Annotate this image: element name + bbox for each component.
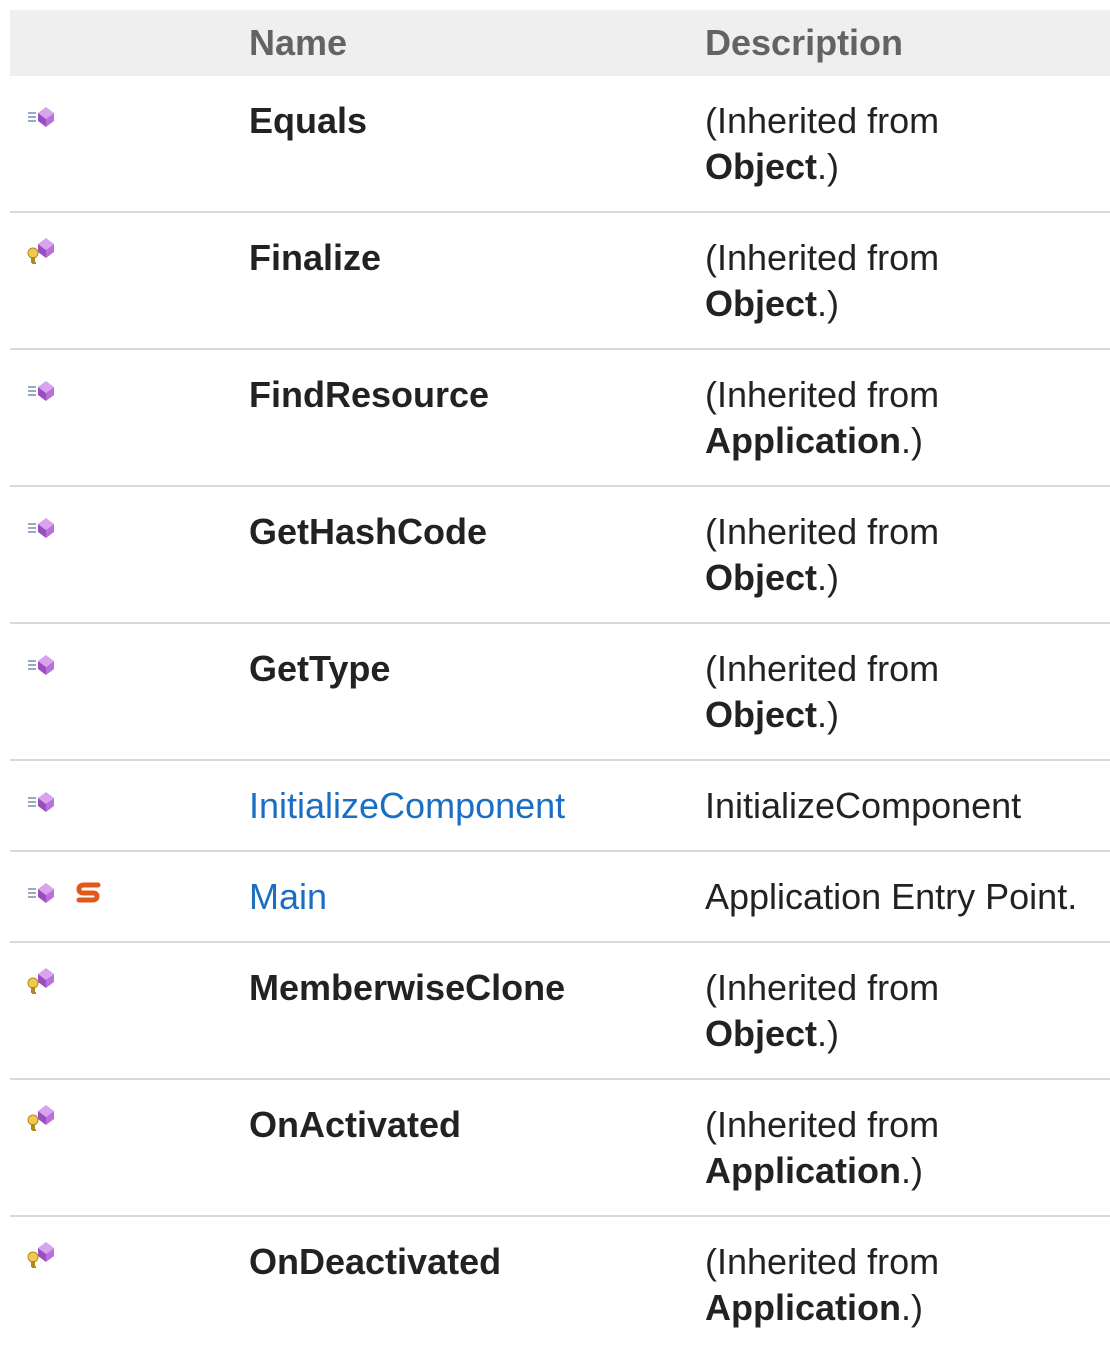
member-name: GetType [249,648,391,689]
table-row: Equals (Inherited from Object.) [10,76,1110,212]
member-description: (Inherited from Object.) [705,967,940,1054]
name-column-header: Name [249,22,348,63]
public-method-icon [26,368,66,414]
icon-cell [10,349,238,486]
inherited-from-ref: Application [705,1287,901,1328]
inherited-from-ref: Object [705,557,818,598]
inherited-from-ref: Application [705,420,901,461]
member-name: Equals [249,100,368,141]
table-row: FindResource (Inherited from Application.… [10,349,1110,486]
icon-cell [10,942,238,1079]
table-row: OnActivated (Inherited from Application.) [10,1079,1110,1216]
table-row: InitializeComponent InitializeComponent [10,760,1110,851]
member-description: InitializeComponent [705,785,1022,826]
member-name-link[interactable]: InitializeComponent [238,760,694,851]
member-description: (Inherited from Object.) [705,511,940,598]
member-name: FindResource [249,374,490,415]
member-description: (Inherited from Application.) [705,1104,940,1191]
inherited-from-ref: Object [705,283,818,324]
static-icon [76,870,102,916]
member-description: (Inherited from Object.) [705,648,940,735]
inherited-from-ref: Object [705,146,818,187]
member-description: (Inherited from Object.) [705,237,940,324]
public-method-icon [26,505,66,551]
table-row: Finalize (Inherited from Object.) [10,212,1110,349]
member-name: Finalize [249,237,382,278]
member-description: Application Entry Point. [705,876,1078,917]
members-table-container: Name Description Equals (Inherited from … [10,10,1110,1352]
member-description: (Inherited from Application.) [705,374,940,461]
protected-method-icon [26,231,66,277]
icon-cell [10,486,238,623]
icon-cell [10,212,238,349]
member-name: OnDeactivated [249,1241,502,1282]
protected-method-icon [26,1098,66,1144]
icon-cell [10,1216,238,1352]
icon-cell [10,1079,238,1216]
icon-cell [10,760,238,851]
member-name: OnActivated [249,1104,462,1145]
member-name-link[interactable]: Main [238,851,694,942]
member-name: GetHashCode [249,511,488,552]
public-method-icon [26,642,66,688]
inherited-from-ref: Object [705,1013,818,1054]
table-row: MemberwiseClone (Inherited from Object.) [10,942,1110,1079]
member-description: (Inherited from Application.) [705,1241,940,1328]
public-method-icon [26,779,66,825]
member-description: (Inherited from Object.) [705,100,940,187]
table-row: GetHashCode (Inherited from Object.) [10,486,1110,623]
description-column-header: Description [705,22,904,63]
table-header-row: Name Description [10,10,1110,76]
icon-column-header [10,10,238,76]
table-row: Main Application Entry Point. [10,851,1110,942]
inherited-from-ref: Application [705,1150,901,1191]
icon-cell [10,76,238,212]
table-row: GetType (Inherited from Object.) [10,623,1110,760]
member-name: MemberwiseClone [249,967,566,1008]
members-table: Name Description Equals (Inherited from … [10,10,1110,1352]
public-method-icon [26,870,66,916]
protected-method-icon [26,961,66,1007]
public-method-icon [26,94,66,140]
inherited-from-ref: Object [705,694,818,735]
icon-cell [10,623,238,760]
table-row: OnDeactivated (Inherited from Application… [10,1216,1110,1352]
icon-cell [10,851,238,942]
protected-method-icon [26,1235,66,1281]
